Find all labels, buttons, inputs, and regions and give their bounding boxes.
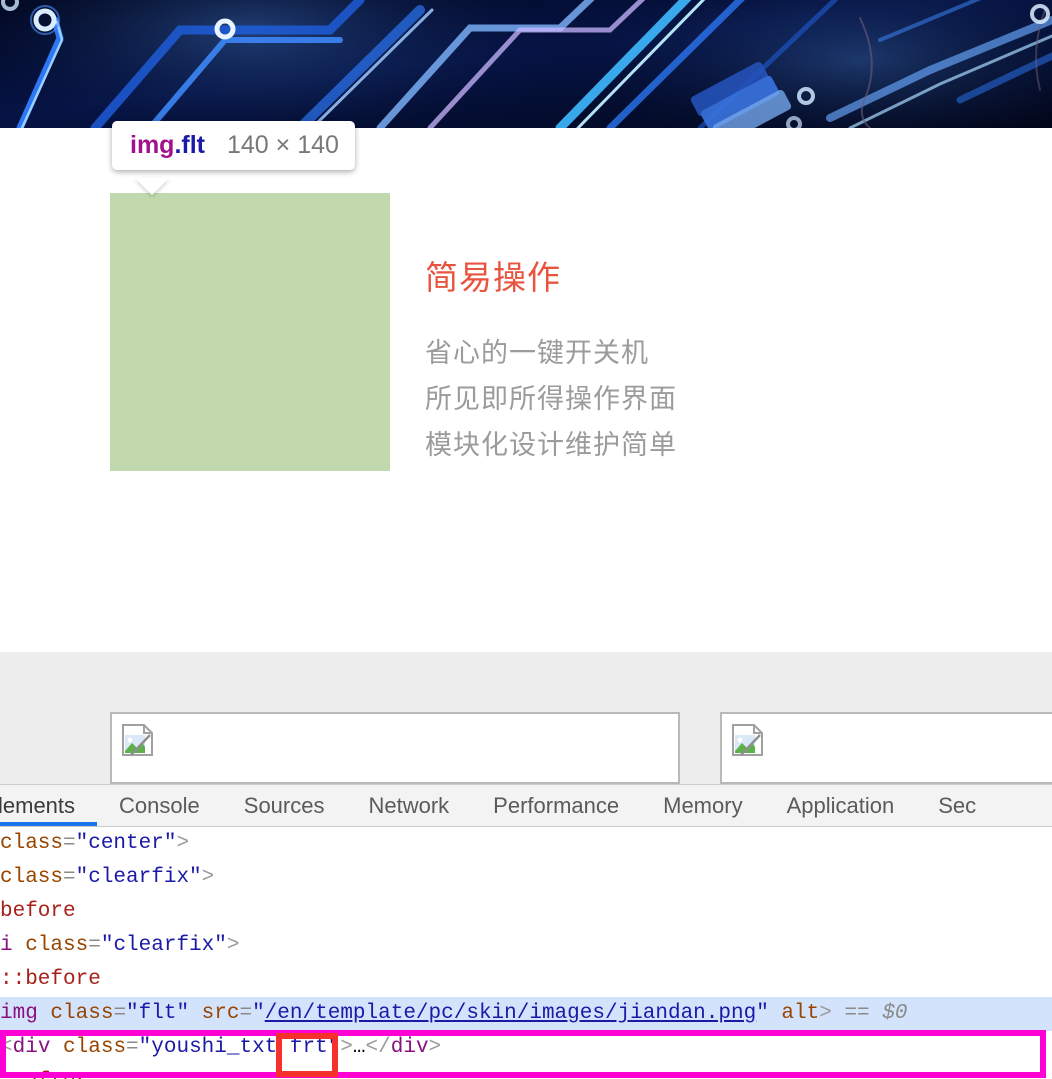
tooltip-arrow-icon xyxy=(135,178,169,195)
line-img-selected[interactable]: img class="flt" src="/en/template/pc/ski… xyxy=(0,997,1052,1031)
feature-line-2: 所见即所得操作界面 xyxy=(425,384,677,415)
feature-title: 简易操作 xyxy=(425,259,561,296)
line-clearfix-div[interactable]: class="clearfix"> xyxy=(0,861,1052,895)
code-token-punct: > xyxy=(428,1036,442,1059)
code-token-eqsym: = xyxy=(88,934,101,957)
code-token-link[interactable]: /en/template/pc/skin/images/jiandan.png xyxy=(265,1002,756,1025)
code-token-pseudo: ::before xyxy=(0,968,101,991)
code-token-tagname: i xyxy=(0,934,26,957)
devtools-tab-application[interactable]: Application xyxy=(765,785,917,826)
code-token-punct: > xyxy=(226,934,240,957)
code-token-attrname: class xyxy=(63,1036,127,1059)
code-token-attrvalue: "clearfix" xyxy=(100,934,227,957)
code-token-eqsym: = xyxy=(126,1036,139,1059)
code-token-attrvalue: "youshi_txt frt" xyxy=(138,1036,341,1059)
devtools-tab-bar: lements Console Sources Network Performance M… xyxy=(0,785,1052,827)
lower-gray-section xyxy=(0,652,1052,784)
code-token-punct: > xyxy=(176,832,190,855)
hero-banner-image xyxy=(0,0,1052,128)
devtools-tab-network[interactable]: Network xyxy=(346,785,471,826)
code-token-attrname: class xyxy=(0,832,64,855)
code-token-punct: < xyxy=(0,1036,13,1059)
code-token-pseudo: before xyxy=(0,900,76,923)
code-token-attrvalue: "flt" xyxy=(126,1002,190,1025)
code-token-pseudo: ::after xyxy=(0,1070,88,1079)
code-token-tagname: img xyxy=(0,1002,51,1025)
devtools-tab-performance[interactable]: Performance xyxy=(471,785,641,826)
code-token-attrvalue: " xyxy=(756,1002,769,1025)
code-token-attrname: alt xyxy=(781,1002,820,1025)
broken-image-icon xyxy=(122,724,153,756)
screenshot-root: 简易操作 省心的一键开关机 所见即所得操作界面 模块化设计维护简单 img .f… xyxy=(0,0,1052,1079)
devtools-panel: lements Console Sources Network Performance M… xyxy=(0,784,1052,1079)
line-center[interactable]: class="center"> xyxy=(0,827,1052,861)
code-token-attrvalue: "clearfix" xyxy=(75,866,202,889)
code-token-punct: </ xyxy=(365,1036,391,1059)
code-token-dollar: $0 xyxy=(882,1002,908,1025)
code-token-attrname: class xyxy=(50,1002,114,1025)
broken-image-icon xyxy=(732,724,763,756)
code-token-tagname: div xyxy=(12,1036,64,1059)
devtools-tab-memory[interactable]: Memory xyxy=(641,785,764,826)
feature-text-block: 简易操作 省心的一键开关机 所见即所得操作界面 模块化设计维护简单 xyxy=(425,258,945,469)
code-token-eqsym: = xyxy=(113,1002,127,1025)
feature-image-jiandan[interactable] xyxy=(110,193,390,471)
code-token-punct: > xyxy=(340,1036,353,1059)
tooltip-dimensions: 140 × 140 xyxy=(227,131,339,159)
line-before-1[interactable]: before xyxy=(0,895,1052,929)
code-token-attrname: class xyxy=(25,934,89,957)
code-token-attrvalue: "center" xyxy=(75,832,177,855)
code-token-attrvalue: " xyxy=(252,1002,265,1025)
tooltip-class-name: .flt xyxy=(174,131,205,159)
code-token-eqsym: == xyxy=(844,1002,870,1025)
tooltip-tag-name: img xyxy=(130,131,175,159)
code-token-punct: > xyxy=(201,866,215,889)
code-token-eqsym: = xyxy=(63,832,76,855)
line-li-clearfix[interactable]: i class="clearfix"> xyxy=(0,929,1052,963)
line-before-2[interactable]: ::before xyxy=(0,963,1052,997)
code-token-tagname: div xyxy=(390,1036,429,1059)
browser-page-viewport: 简易操作 省心的一键开关机 所见即所得操作界面 模块化设计维护简单 img .f… xyxy=(0,0,1052,784)
code-token-plain: … xyxy=(352,1036,366,1059)
element-inspector-tooltip: img .flt 140 × 140 xyxy=(112,121,355,170)
devtools-tab-console[interactable]: Console xyxy=(97,785,222,826)
broken-image-placeholder-1[interactable] xyxy=(110,712,680,784)
devtools-tab-lements[interactable]: lements xyxy=(0,785,98,826)
code-token-attrname: class xyxy=(0,866,64,889)
code-token-punct: > xyxy=(819,1002,832,1025)
feature-line-3: 模块化设计维护简单 xyxy=(425,430,677,461)
feature-line-1: 省心的一键开关机 xyxy=(425,337,649,368)
line-youshi-txt[interactable]: <div class="youshi_txt frt">…</div> xyxy=(0,1031,1052,1065)
code-token-eqsym: = xyxy=(239,1002,253,1025)
line-after[interactable]: ::after xyxy=(0,1065,1052,1079)
code-token-eqsym: = xyxy=(63,866,76,889)
devtools-tab-sources[interactable]: Sources xyxy=(222,785,347,826)
broken-image-placeholder-2[interactable] xyxy=(720,712,1052,784)
devtools-tab-sec[interactable]: Sec xyxy=(916,785,998,826)
feature-section: 简易操作 省心的一键开关机 所见即所得操作界面 模块化设计维护简单 xyxy=(0,128,1052,652)
devtools-elements-dom-tree[interactable]: class="center"> class="clearfix"> before i … xyxy=(0,827,1052,1079)
code-token-attrname: src xyxy=(201,1002,240,1025)
